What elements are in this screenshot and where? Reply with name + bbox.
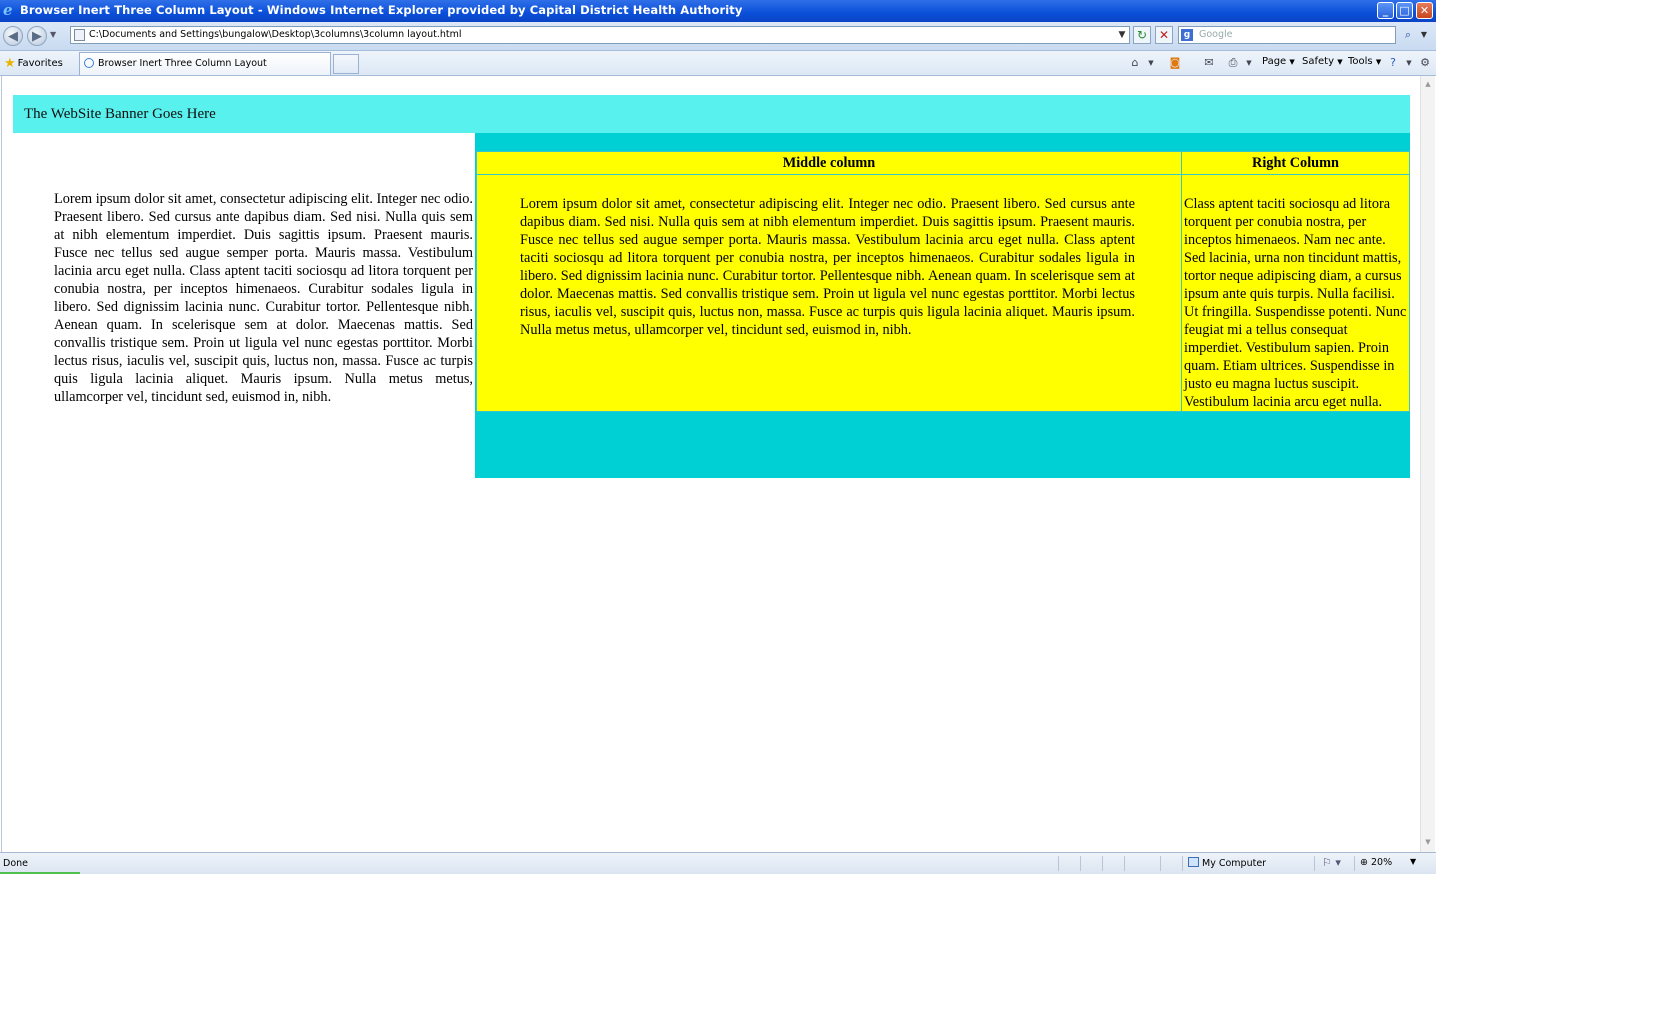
address-toolbar: ◀ ▶ ▼ C:\Documents and Settings\bungalow… xyxy=(0,22,1436,51)
status-text: Done xyxy=(3,858,28,869)
tab-active[interactable]: Browser Inert Three Column Layout xyxy=(79,52,331,75)
recent-pages-dropdown-icon[interactable]: ▼ xyxy=(50,30,56,39)
address-dropdown-icon[interactable]: ▼ xyxy=(1114,27,1130,43)
forward-button[interactable]: ▶ xyxy=(27,26,47,46)
safety-dropdown-icon: ▼ xyxy=(1337,58,1343,66)
status-divider xyxy=(1160,856,1161,871)
zoom-icon: ⊕ xyxy=(1360,857,1368,868)
search-input[interactable]: g Google xyxy=(1178,26,1396,44)
security-zone[interactable]: My Computer xyxy=(1188,857,1266,869)
minimize-button[interactable]: _ xyxy=(1377,2,1394,19)
favorites-button[interactable]: ★ Favorites xyxy=(4,56,63,71)
zone-label: My Computer xyxy=(1202,858,1267,869)
status-divider xyxy=(1314,856,1315,871)
ie-logo-icon: e xyxy=(3,1,13,19)
favorites-label: Favorites xyxy=(17,58,63,69)
zoom-dropdown-icon[interactable]: ▼ xyxy=(1410,857,1416,866)
star-icon: ★ xyxy=(4,56,16,71)
refresh-button[interactable]: ↻ xyxy=(1133,26,1151,44)
middle-column: Lorem ipsum dolor sit amet, consectetur … xyxy=(476,174,1182,412)
mail-icon[interactable]: ✉ xyxy=(1202,56,1216,70)
print-dropdown-icon[interactable]: ▼ xyxy=(1242,56,1256,70)
search-options-dropdown-icon[interactable]: ▼ xyxy=(1418,26,1430,44)
home-dropdown-icon[interactable]: ▼ xyxy=(1144,56,1158,70)
protected-mode-icon[interactable]: ⚐ ▾ xyxy=(1322,856,1341,869)
safety-menu[interactable]: Safety ▼ xyxy=(1302,56,1343,67)
status-divider xyxy=(1124,856,1125,871)
address-value: C:\Documents and Settings\bungalow\Deskt… xyxy=(89,29,462,40)
page-dropdown-icon: ▼ xyxy=(1289,58,1295,66)
research-icon[interactable]: ⚙ xyxy=(1418,56,1432,70)
page-menu-label: Page xyxy=(1262,56,1287,67)
status-divider xyxy=(1102,856,1103,871)
tools-menu-label: Tools xyxy=(1348,56,1373,67)
columns-table: Middle column Right Column Lorem ipsum d… xyxy=(476,151,1410,412)
page-menu[interactable]: Page ▼ xyxy=(1262,56,1295,67)
new-tab-button[interactable] xyxy=(333,54,359,74)
back-button[interactable]: ◀ xyxy=(3,26,23,46)
status-divider xyxy=(1182,856,1183,871)
title-bar[interactable]: e Browser Inert Three Column Layout - Wi… xyxy=(0,0,1436,22)
tools-dropdown-icon: ▼ xyxy=(1375,58,1382,66)
middle-column-header: Middle column xyxy=(476,151,1182,175)
print-icon[interactable]: ⎙ xyxy=(1226,56,1240,70)
window-title: Browser Inert Three Column Layout - Wind… xyxy=(20,3,743,17)
scroll-down-icon[interactable]: ▼ xyxy=(1423,836,1433,848)
search-icon[interactable]: ⌕ xyxy=(1400,26,1416,44)
google-icon: g xyxy=(1181,29,1193,41)
zoom-level: 20% xyxy=(1371,857,1393,868)
zoom-control[interactable]: ⊕ 20% xyxy=(1360,857,1392,868)
safety-menu-label: Safety xyxy=(1302,56,1334,67)
close-button[interactable]: ✕ xyxy=(1416,2,1433,19)
status-divider xyxy=(1058,856,1059,871)
help-icon[interactable]: ? xyxy=(1386,56,1400,70)
tab-label: Browser Inert Three Column Layout xyxy=(98,58,267,69)
right-column-header: Right Column xyxy=(1181,151,1410,175)
vertical-scrollbar[interactable]: ▲ ▼ xyxy=(1420,76,1435,852)
favorites-bar: ★ Favorites Browser Inert Three Column La… xyxy=(0,51,1436,76)
maximize-button[interactable]: □ xyxy=(1396,2,1413,19)
home-icon[interactable]: ⌂ xyxy=(1128,56,1142,70)
status-bar: Done My Computer ⚐ ▾ ⊕ 20% ▼ xyxy=(0,852,1436,874)
ie-page-icon xyxy=(84,58,94,68)
left-column: Lorem ipsum dolor sit amet, consectetur … xyxy=(54,191,473,405)
address-input[interactable]: C:\Documents and Settings\bungalow\Deskt… xyxy=(70,26,1130,44)
status-divider xyxy=(1080,856,1081,871)
stop-button[interactable]: ✕ xyxy=(1155,26,1173,44)
page-viewport[interactable]: The WebSite Banner Goes Here Lorem ipsum… xyxy=(1,76,1420,852)
browser-window: e Browser Inert Three Column Layout - Wi… xyxy=(0,0,1436,874)
scroll-up-icon[interactable]: ▲ xyxy=(1423,78,1433,90)
right-column: Class aptent taciti sociosqu ad litora t… xyxy=(1181,174,1410,412)
computer-icon xyxy=(1188,857,1199,867)
page-icon xyxy=(74,29,85,41)
help-dropdown-icon[interactable]: ▼ xyxy=(1402,56,1416,70)
status-divider xyxy=(1354,856,1355,871)
search-placeholder: Google xyxy=(1199,29,1233,40)
feeds-icon[interactable]: ◙ xyxy=(1168,56,1182,70)
site-banner: The WebSite Banner Goes Here xyxy=(13,95,1410,133)
tools-menu[interactable]: Tools ▼ xyxy=(1348,56,1381,67)
